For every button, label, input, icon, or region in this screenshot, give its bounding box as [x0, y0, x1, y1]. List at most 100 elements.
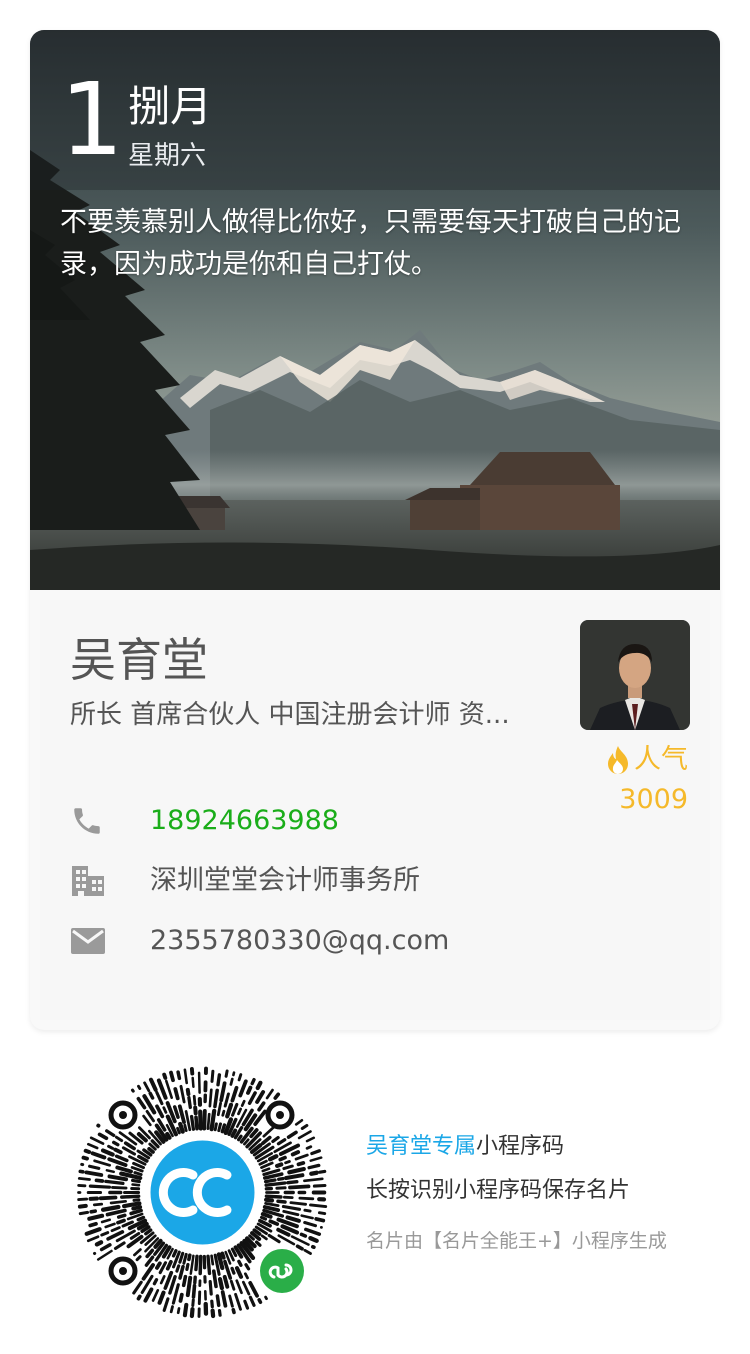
- qr-code-dash: [210, 1069, 215, 1083]
- qr-code-dash: [243, 1272, 249, 1280]
- qr-code-dash: [237, 1107, 243, 1116]
- qr-code-dash: [300, 1123, 309, 1130]
- qr-code-dash: [162, 1297, 170, 1312]
- qr-code-dash: [113, 1241, 126, 1250]
- qr-code-dash: [297, 1130, 312, 1140]
- qr-code-dash: [116, 1213, 127, 1219]
- qr-code-dash: [210, 1299, 214, 1309]
- qr-code-dash: [193, 1105, 198, 1116]
- person-name: 吴育堂: [70, 633, 208, 687]
- job-titles: 所长 首席合伙人 中国注册会计师 资...: [70, 700, 510, 730]
- qr-code-dash: [257, 1298, 263, 1304]
- qr-code-dash: [77, 1203, 88, 1209]
- qr-code-dash: [303, 1248, 312, 1255]
- qr-code-dash: [105, 1169, 115, 1174]
- qr-code-dash: [178, 1292, 184, 1303]
- qr-code-dash: [100, 1148, 115, 1157]
- qr-code-dash: [77, 1177, 91, 1181]
- miniprogram-code[interactable]: [75, 1065, 330, 1320]
- qr-code-dash: [210, 1254, 215, 1266]
- qr-code-dash: [268, 1219, 280, 1226]
- qr-code-dash: [163, 1270, 174, 1290]
- qr-code-dash: [276, 1138, 287, 1146]
- qr-code-dash: [135, 1255, 142, 1262]
- phone-row[interactable]: 18924663988: [70, 796, 339, 846]
- qr-code-dash: [220, 1251, 226, 1260]
- qr-code-dash: [105, 1129, 116, 1138]
- qr-code-dash: [228, 1294, 234, 1308]
- qr-code-dash: [215, 1294, 221, 1308]
- qr-code-dash: [284, 1173, 305, 1180]
- qr-code-dash: [97, 1132, 109, 1141]
- qr-code-dash: [132, 1198, 141, 1202]
- qr-code-dash: [219, 1081, 227, 1103]
- qr-code-dash: [234, 1266, 244, 1279]
- qr-code-dash: [255, 1090, 266, 1104]
- qr-code-dash: [267, 1233, 281, 1244]
- qr-code-dash: [157, 1290, 166, 1305]
- qr-code-dash: [288, 1184, 311, 1190]
- popularity-count: 3009: [619, 784, 688, 815]
- qr-code-dash: [247, 1091, 257, 1105]
- qr-code-dash: [194, 1254, 199, 1272]
- phone-icon: [74, 808, 100, 834]
- qr-code-dash: [133, 1248, 142, 1257]
- qr-code-dash: [191, 1076, 195, 1088]
- qr-code-dash: [217, 1277, 224, 1291]
- qr-code-dash: [110, 1226, 121, 1233]
- contact-info-panel: 吴育堂 所长 首席合伙人 中国注册会计师 资... 人气 3009 189246…: [40, 600, 710, 1020]
- qr-code-dash: [169, 1305, 174, 1314]
- qr-code-dash: [145, 1248, 155, 1259]
- email-row[interactable]: 2355780330@qq.com: [70, 916, 449, 966]
- qr-code-dash: [284, 1160, 291, 1165]
- qr-code-dash: [221, 1109, 226, 1117]
- qr-code-dash: [277, 1176, 285, 1181]
- qr-code-dash: [212, 1269, 218, 1289]
- qr-code-dash: [230, 1085, 239, 1103]
- qr-code-dash: [295, 1244, 304, 1251]
- qr-code-dash: [209, 1108, 217, 1132]
- qr-code-dash: [84, 1227, 102, 1236]
- qr-code-dash: [194, 1115, 199, 1131]
- qr-code-dash: [216, 1073, 222, 1087]
- qr-code-dash: [159, 1275, 166, 1285]
- phone-number[interactable]: 18924663988: [150, 801, 339, 841]
- avatar[interactable]: [580, 620, 690, 730]
- qr-code-dash: [132, 1280, 143, 1295]
- qr-code-dash: [130, 1088, 135, 1093]
- qr-code-dash: [148, 1077, 158, 1092]
- qr-code-dash: [176, 1307, 181, 1315]
- qr-code-dash: [213, 1122, 218, 1132]
- qr-code-dash: [307, 1163, 321, 1170]
- qr-code-dash: [282, 1209, 300, 1217]
- qr-code-dash: [192, 1094, 197, 1106]
- qr-code-dash: [248, 1234, 255, 1241]
- qr-code-dash: [222, 1274, 230, 1289]
- qr-code-dash: [116, 1218, 126, 1225]
- qr-code-dash: [187, 1253, 192, 1262]
- qr-code-dash: [305, 1145, 313, 1150]
- qr-code-dash: [206, 1254, 212, 1276]
- qr-code-dash: [104, 1179, 125, 1186]
- qr-code-dash: [202, 1108, 207, 1131]
- qr-code-dash: [88, 1221, 98, 1228]
- qr-code-dash: [230, 1266, 236, 1275]
- qr-code-dash: [77, 1197, 89, 1202]
- qr-code-dash: [263, 1178, 277, 1184]
- qr-code-dash: [185, 1087, 191, 1097]
- qr-code-dash: [261, 1167, 271, 1173]
- qr-code-dash: [172, 1105, 180, 1119]
- qr-code-dash: [175, 1264, 181, 1273]
- qr-code-dash: [189, 1114, 196, 1131]
- qr-code-dash: [155, 1261, 162, 1270]
- flame-icon: [608, 746, 628, 775]
- hero-banner: 1 捌月 星期六 不要羡慕别人做得比你好，只需要每天打破自己的记录，因为成功是你…: [30, 30, 720, 590]
- qr-code-dash: [87, 1213, 105, 1221]
- qr-code-dash: [123, 1141, 136, 1151]
- qr-code-dash: [136, 1096, 147, 1110]
- email-address[interactable]: 2355780330@qq.com: [150, 921, 449, 961]
- qr-code-dash: [275, 1162, 284, 1168]
- qr-code-dash: [286, 1130, 298, 1139]
- qr-code-dash: [171, 1249, 178, 1258]
- qr-code-dash: [189, 1307, 195, 1319]
